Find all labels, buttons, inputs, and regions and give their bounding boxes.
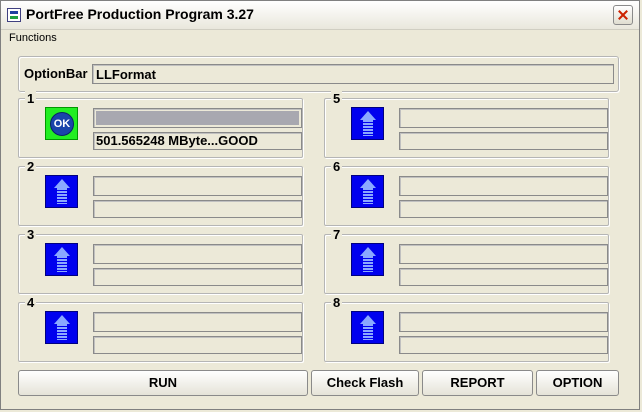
upload-arrow-icon <box>360 315 376 324</box>
port-status-field <box>93 336 302 354</box>
port-number: 1 <box>25 91 37 106</box>
check-flash-button[interactable]: Check Flash <box>311 370 419 396</box>
upload-arrow-icon <box>360 179 376 188</box>
port-progress-bar <box>399 108 608 128</box>
port-panel-6: 6 <box>324 159 609 226</box>
app-window: PortFree Production Program 3.27 Functio… <box>0 0 640 410</box>
port-progress-bar <box>399 312 608 332</box>
upload-arrow-stem <box>57 188 67 204</box>
port-number: 2 <box>25 159 37 174</box>
title-bar[interactable]: PortFree Production Program 3.27 <box>1 1 639 30</box>
port-number: 8 <box>331 295 343 310</box>
upload-arrow-icon <box>360 111 376 120</box>
port-progress-fill <box>96 111 299 125</box>
port-panel-4: 4 <box>18 295 303 362</box>
port-status-indicator <box>351 243 384 276</box>
upload-arrow-stem <box>363 256 373 272</box>
port-status-indicator: OK <box>45 107 78 140</box>
port-status-field: 501.565248 MByte...GOOD <box>93 132 302 150</box>
upload-arrow-icon <box>54 247 70 256</box>
port-number: 6 <box>331 159 343 174</box>
upload-arrow-icon <box>54 179 70 188</box>
upload-arrow-icon <box>360 247 376 256</box>
port-progress-bar <box>93 244 302 264</box>
menu-bar: Functions <box>1 30 639 48</box>
port-progress-bar <box>93 108 302 128</box>
upload-arrow-stem <box>363 120 373 136</box>
upload-arrow-icon <box>54 315 70 324</box>
upload-arrow-stem <box>363 324 373 340</box>
run-button[interactable]: RUN <box>18 370 308 396</box>
port-status-field <box>93 200 302 218</box>
port-status-indicator <box>45 175 78 208</box>
port-number: 4 <box>25 295 37 310</box>
port-panel-2: 2 <box>18 159 303 226</box>
report-button[interactable]: REPORT <box>422 370 533 396</box>
port-progress-bar <box>93 312 302 332</box>
port-status-field <box>399 336 608 354</box>
port-number: 3 <box>25 227 37 242</box>
upload-arrow-stem <box>363 188 373 204</box>
port-status-indicator <box>351 107 384 140</box>
port-panel-7: 7 <box>324 227 609 294</box>
port-status-indicator <box>351 311 384 344</box>
ok-circle-icon: OK <box>50 112 74 136</box>
port-panel-3: 3 <box>18 227 303 294</box>
port-status-field <box>399 132 608 150</box>
port-progress-bar <box>93 176 302 196</box>
port-status-field <box>399 268 608 286</box>
port-progress-bar <box>399 244 608 264</box>
option-bar-label: OptionBar <box>24 66 88 81</box>
app-icon[interactable] <box>7 8 21 22</box>
window-title: PortFree Production Program 3.27 <box>26 6 254 22</box>
upload-arrow-stem <box>57 324 67 340</box>
close-button[interactable] <box>613 5 633 25</box>
option-button[interactable]: OPTION <box>536 370 619 396</box>
port-progress-bar <box>399 176 608 196</box>
menu-functions[interactable]: Functions <box>9 32 57 44</box>
port-panel-8: 8 <box>324 295 609 362</box>
port-status-indicator <box>45 243 78 276</box>
port-status-field <box>399 200 608 218</box>
port-number: 7 <box>331 227 343 242</box>
port-panel-1: 1 OK 501.565248 MByte...GOOD <box>18 91 303 158</box>
option-bar-group: OptionBar LLFormat <box>18 56 619 92</box>
port-status-indicator <box>45 311 78 344</box>
option-bar-field[interactable]: LLFormat <box>92 64 614 84</box>
port-panel-5: 5 <box>324 91 609 158</box>
port-status-field <box>93 268 302 286</box>
port-status-indicator <box>351 175 384 208</box>
upload-arrow-stem <box>57 256 67 272</box>
port-number: 5 <box>331 91 343 106</box>
